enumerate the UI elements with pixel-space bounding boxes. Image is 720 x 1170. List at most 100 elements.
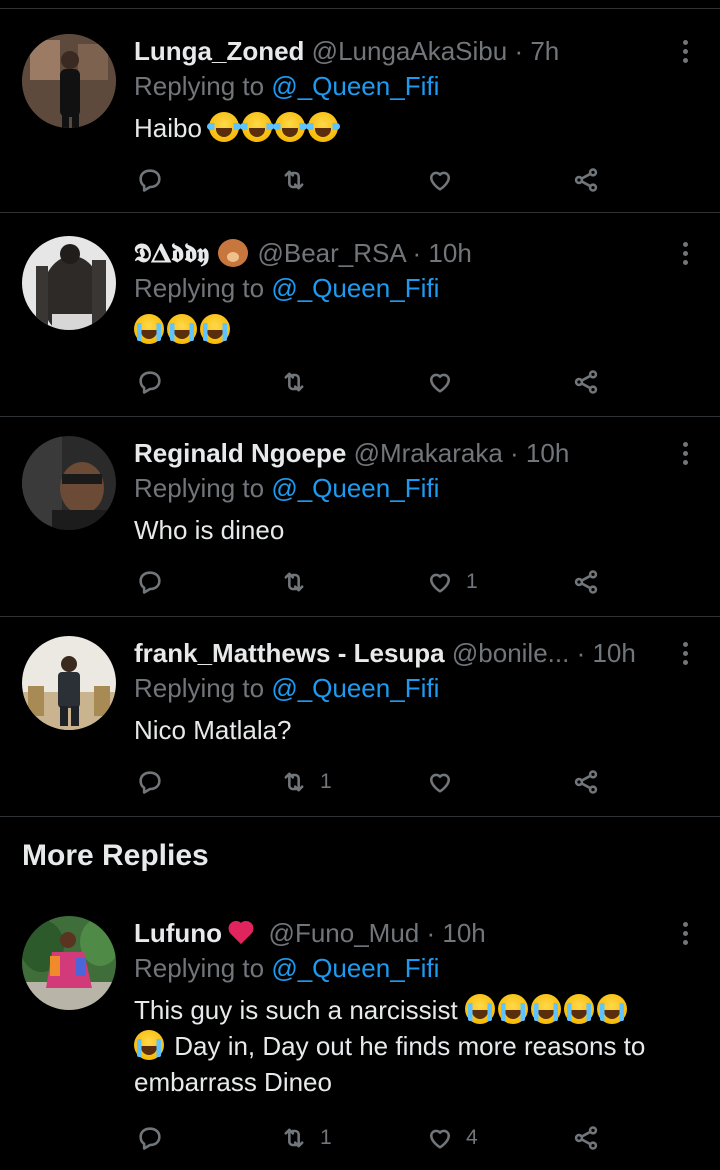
avatar[interactable] <box>22 436 116 530</box>
display-name[interactable]: Lufuno <box>134 918 222 948</box>
like-button[interactable] <box>426 164 466 196</box>
handle[interactable]: @Mrakaraka <box>354 438 503 468</box>
reply-tweet[interactable]: Reginald Ngoepe @Mrakaraka · 10h Replyin… <box>0 436 720 606</box>
tweet-actions: 1 <box>134 766 614 798</box>
replying-prefix: Replying to <box>134 673 272 703</box>
retweet-button[interactable]: 1 <box>280 766 332 798</box>
like-button[interactable] <box>426 766 466 798</box>
like-button[interactable] <box>426 366 466 398</box>
laughing-emoji <box>240 112 275 142</box>
reply-button[interactable] <box>136 1122 176 1154</box>
more-options-icon[interactable] <box>676 38 694 66</box>
retweet-button[interactable] <box>280 566 320 598</box>
share-button[interactable] <box>572 366 600 398</box>
share-button[interactable] <box>572 164 600 196</box>
retweet-count: 1 <box>320 1126 332 1149</box>
timestamp[interactable]: · 10h <box>577 638 636 668</box>
handle[interactable]: @Funo_Mud <box>269 918 420 948</box>
mention-link[interactable]: @_Queen_Fifi <box>271 473 439 503</box>
heart-icon <box>429 373 451 393</box>
replying-prefix: Replying to <box>134 953 272 983</box>
more-options-icon[interactable] <box>676 240 694 268</box>
mention-link[interactable]: @_Queen_Fifi <box>271 273 439 303</box>
divider <box>0 616 720 617</box>
retweet-icon <box>284 372 304 392</box>
retweet-button[interactable] <box>280 366 320 398</box>
crying-emoji <box>497 994 528 1024</box>
reply-button[interactable] <box>136 566 176 598</box>
like-button[interactable]: 1 <box>426 566 478 598</box>
avatar[interactable] <box>22 636 116 730</box>
reply-tweet[interactable]: 𝕯𝚫𝖉𝖉𝖞 @Bear_RSA · 10h Replying to @_Quee… <box>0 236 720 406</box>
share-icon <box>574 370 598 394</box>
tweet-text-content: Haibo <box>134 113 202 143</box>
handle[interactable]: @Bear_RSA <box>257 238 405 268</box>
reply-icon <box>139 169 161 192</box>
tweet-header: Reginald Ngoepe @Mrakaraka · 10h <box>134 436 674 470</box>
tweet-text: Haibo <box>134 110 704 146</box>
heart-icon <box>429 171 451 191</box>
display-name[interactable]: 𝕯𝚫𝖉𝖉𝖞 <box>134 238 209 268</box>
crying-emoji <box>167 314 197 344</box>
replying-prefix: Replying to <box>134 71 272 101</box>
display-name[interactable]: Lunga_Zoned <box>134 36 304 66</box>
heart-emoji <box>231 920 259 946</box>
handle[interactable]: @LungaAkaSibu <box>312 36 508 66</box>
reply-tweet[interactable]: Lunga_Zoned @LungaAkaSibu · 7h Replying … <box>0 34 720 204</box>
divider <box>0 816 720 817</box>
crying-emoji <box>134 314 164 344</box>
retweet-icon <box>284 170 304 190</box>
like-button[interactable]: 4 <box>426 1122 478 1154</box>
tweet-header: Lunga_Zoned @LungaAkaSibu · 7h <box>134 34 674 68</box>
share-button[interactable] <box>572 1122 600 1154</box>
reply-tweet[interactable]: frank_Matthews - Lesupa @bonile... · 10h… <box>0 636 720 806</box>
more-options-icon[interactable] <box>676 440 694 468</box>
share-button[interactable] <box>572 766 600 798</box>
share-icon <box>574 1126 598 1150</box>
avatar[interactable] <box>22 916 116 1010</box>
heart-icon <box>429 1129 451 1149</box>
reply-icon <box>139 571 161 594</box>
display-name[interactable]: Reginald Ngoepe <box>134 438 346 468</box>
more-options-icon[interactable] <box>676 920 694 948</box>
tweet-header: Lufuno @Funo_Mud · 10h <box>134 916 674 950</box>
timestamp[interactable]: · 10h <box>510 438 569 468</box>
more-replies-heading: More Replies <box>22 839 209 872</box>
reply-button[interactable] <box>136 766 176 798</box>
timestamp[interactable]: · 10h <box>413 238 472 268</box>
timestamp[interactable]: · 7h <box>514 36 559 66</box>
timestamp[interactable]: · 10h <box>426 918 485 948</box>
retweet-icon <box>284 772 304 792</box>
reply-tweet[interactable]: Lufuno @Funo_Mud · 10h Replying to @_Que… <box>0 916 720 1166</box>
crying-emoji <box>563 994 594 1024</box>
share-icon <box>574 570 598 594</box>
mention-link[interactable]: @_Queen_Fifi <box>271 71 439 101</box>
retweet-count: 1 <box>320 770 332 793</box>
mention-link[interactable]: @_Queen_Fifi <box>271 673 439 703</box>
tweet-actions: 1 4 <box>134 1122 614 1154</box>
replying-to: Replying to @_Queen_Fifi <box>134 670 439 706</box>
like-count: 1 <box>466 570 478 593</box>
share-button[interactable] <box>572 566 600 598</box>
reply-button[interactable] <box>136 164 176 196</box>
retweet-button[interactable] <box>280 164 320 196</box>
handle[interactable]: @bonile... <box>452 638 569 668</box>
tweet-header: frank_Matthews - Lesupa @bonile... · 10h <box>134 636 674 670</box>
tweet-text <box>134 312 704 348</box>
avatar[interactable] <box>22 34 116 128</box>
display-name[interactable]: frank_Matthews - Lesupa <box>134 638 445 668</box>
reply-icon <box>139 371 161 394</box>
share-icon <box>574 168 598 192</box>
retweet-button[interactable]: 1 <box>280 1122 332 1154</box>
retweet-icon <box>284 1128 304 1148</box>
tweet-text-line-2: Day in, Day out he finds more reasons to <box>174 1031 646 1061</box>
reply-button[interactable] <box>136 366 176 398</box>
replying-to: Replying to @_Queen_Fifi <box>134 270 439 306</box>
tweet-text-content: Who is dineo <box>134 515 285 545</box>
tweet-text: Nico Matlala? <box>134 712 704 748</box>
divider <box>0 416 720 417</box>
mention-link[interactable]: @_Queen_Fifi <box>271 953 439 983</box>
more-options-icon[interactable] <box>676 640 694 668</box>
share-icon <box>574 770 598 794</box>
avatar[interactable] <box>22 236 116 330</box>
